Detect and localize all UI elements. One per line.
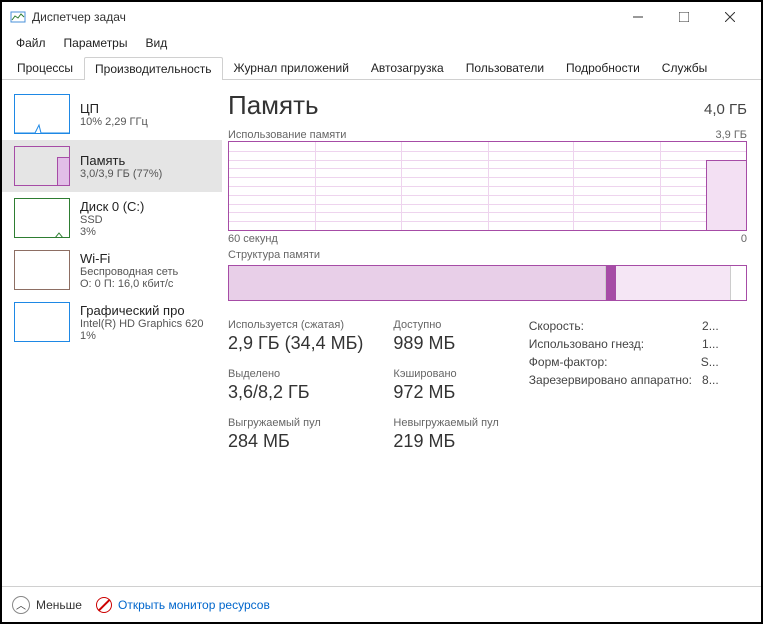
sidebar-item-disk[interactable]: Диск 0 (C:) SSD 3%: [2, 192, 222, 244]
gpu-title: Графический про: [80, 303, 204, 318]
page-title: Память: [228, 90, 319, 121]
titlebar: Диспетчер задач: [2, 2, 761, 32]
tab-startup[interactable]: Автозагрузка: [360, 56, 455, 79]
fewer-details-button[interactable]: ︿ Меньше: [12, 596, 82, 614]
disk-mini-chart: [14, 198, 70, 238]
window-title: Диспетчер задач: [32, 10, 615, 24]
minimize-button[interactable]: [615, 2, 661, 32]
stat-available: Доступно 989 МБ: [393, 319, 498, 354]
tab-performance[interactable]: Производительность: [84, 57, 222, 80]
chevron-up-icon: ︿: [12, 596, 30, 614]
cpu-mini-chart: [14, 94, 70, 134]
tab-services[interactable]: Службы: [651, 56, 718, 79]
open-resource-monitor-link[interactable]: Открыть монитор ресурсов: [96, 597, 270, 613]
menu-options[interactable]: Параметры: [56, 34, 136, 52]
menubar: Файл Параметры Вид: [2, 32, 761, 54]
composition-label: Структура памяти: [228, 249, 320, 261]
usage-chart-max: 3,9 ГБ: [715, 129, 747, 141]
tab-apphistory[interactable]: Журнал приложений: [223, 56, 360, 79]
menu-view[interactable]: Вид: [137, 34, 175, 52]
memory-sub: 3,0/3,9 ГБ (77%): [80, 168, 162, 180]
menu-file[interactable]: Файл: [8, 34, 54, 52]
cpu-title: ЦП: [80, 101, 148, 116]
bottom-bar: ︿ Меньше Открыть монитор ресурсов: [2, 586, 761, 622]
axis-left: 60 секунд: [228, 233, 278, 245]
wifi-sub1: Беспроводная сеть: [80, 266, 178, 278]
app-icon: [10, 9, 26, 25]
sidebar-item-gpu[interactable]: Графический про Intel(R) HD Graphics 620…: [2, 296, 222, 348]
monitor-icon: [96, 597, 112, 613]
sidebar-item-cpu[interactable]: ЦП 10% 2,29 ГГц: [2, 88, 222, 140]
gpu-mini-chart: [14, 302, 70, 342]
memory-title: Память: [80, 153, 162, 168]
stat-cached: Кэшировано 972 МБ: [393, 368, 498, 403]
performance-sidebar: ЦП 10% 2,29 ГГц Память 3,0/3,9 ГБ (77%) …: [2, 80, 222, 584]
close-button[interactable]: [707, 2, 753, 32]
stat-nonpaged: Невыгружаемый пул 219 МБ: [393, 417, 498, 452]
specs-table: Скорость:2... Использовано гнезд:1... Фо…: [529, 319, 719, 452]
tab-users[interactable]: Пользователи: [455, 56, 555, 79]
tab-bar: Процессы Производительность Журнал прило…: [2, 54, 761, 80]
window-controls: [615, 2, 753, 32]
disk-sub1: SSD: [80, 214, 144, 226]
total-memory: 4,0 ГБ: [704, 101, 747, 118]
sidebar-item-wifi[interactable]: Wi-Fi Беспроводная сеть О: 0 П: 16,0 кби…: [2, 244, 222, 296]
cpu-sub: 10% 2,29 ГГц: [80, 116, 148, 128]
tab-processes[interactable]: Процессы: [6, 56, 84, 79]
stats-area: Используется (сжатая) 2,9 ГБ (34,4 МБ) В…: [228, 319, 747, 452]
disk-title: Диск 0 (C:): [80, 199, 144, 214]
memory-composition-chart[interactable]: [228, 265, 747, 301]
content-area: ЦП 10% 2,29 ГГц Память 3,0/3,9 ГБ (77%) …: [2, 80, 761, 584]
stat-paged: Выгружаемый пул 284 МБ: [228, 417, 363, 452]
memory-usage-chart[interactable]: [228, 141, 747, 231]
axis-right: 0: [741, 233, 747, 245]
sidebar-item-memory[interactable]: Память 3,0/3,9 ГБ (77%): [2, 140, 222, 192]
wifi-mini-chart: [14, 250, 70, 290]
stat-inuse: Используется (сжатая) 2,9 ГБ (34,4 МБ): [228, 319, 363, 354]
gpu-sub2: 1%: [80, 330, 204, 342]
memory-mini-chart: [14, 146, 70, 186]
gpu-sub1: Intel(R) HD Graphics 620: [80, 318, 204, 330]
tab-details[interactable]: Подробности: [555, 56, 651, 79]
wifi-title: Wi-Fi: [80, 251, 178, 266]
maximize-button[interactable]: [661, 2, 707, 32]
wifi-sub2: О: 0 П: 16,0 кбит/с: [80, 278, 178, 290]
main-panel: Память 4,0 ГБ Использование памяти 3,9 Г…: [222, 80, 761, 584]
stat-committed: Выделено 3,6/8,2 ГБ: [228, 368, 363, 403]
usage-chart-label: Использование памяти: [228, 129, 346, 141]
disk-sub2: 3%: [80, 226, 144, 238]
